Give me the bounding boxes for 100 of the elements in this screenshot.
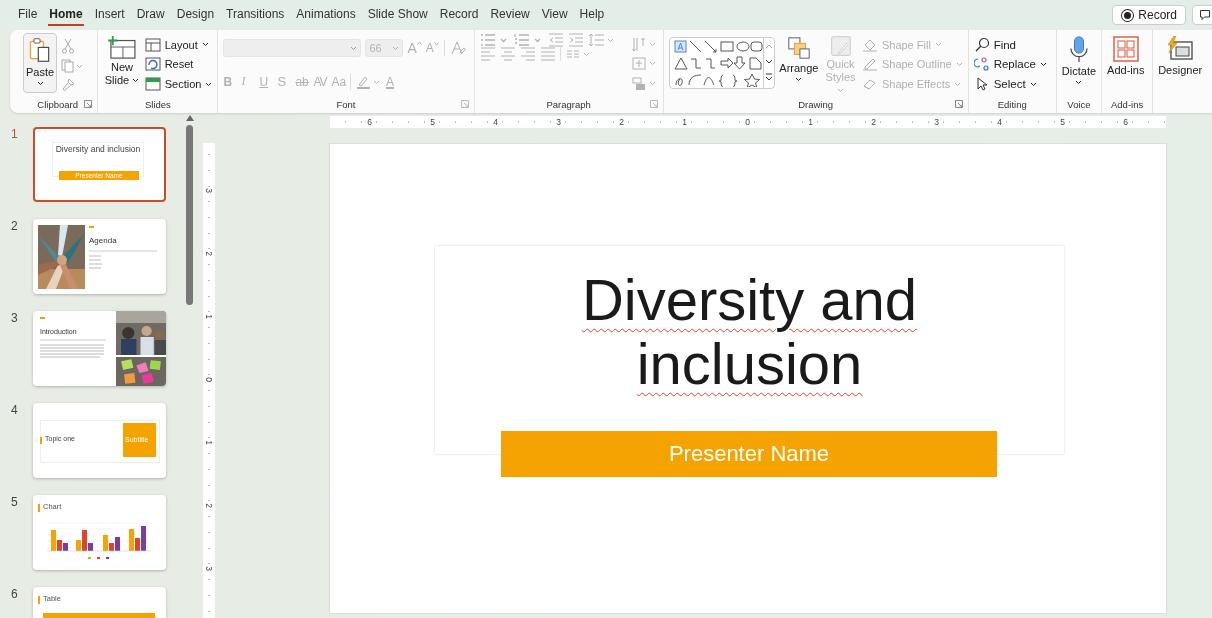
shapes-gallery[interactable] bbox=[668, 37, 775, 89]
group-label: Slides bbox=[144, 99, 171, 110]
record-button[interactable]: Record bbox=[1112, 5, 1186, 25]
shapes-icon bbox=[672, 39, 763, 87]
dialog-launcher-icon[interactable] bbox=[460, 100, 469, 108]
brush-icon bbox=[828, 36, 853, 57]
arrange-icon bbox=[786, 36, 811, 60]
ruler-number: 0 bbox=[203, 376, 215, 384]
caret-icon bbox=[1029, 81, 1037, 87]
menu-tab[interactable]: Slide Show bbox=[366, 4, 429, 26]
text-lines bbox=[89, 250, 157, 269]
menu-tab[interactable]: Design bbox=[175, 4, 216, 26]
menu-tab[interactable]: Insert bbox=[93, 4, 126, 26]
decrease-indent-icon[interactable] bbox=[547, 33, 564, 47]
slide-canvas[interactable]: Diversity and inclusion Presenter Name bbox=[329, 143, 1167, 614]
menu-tab[interactable]: View bbox=[540, 4, 569, 26]
designer-icon bbox=[1166, 36, 1195, 62]
align-left-icon[interactable] bbox=[479, 47, 496, 61]
layout-icon bbox=[144, 37, 161, 52]
caret-icon bbox=[205, 81, 213, 87]
caret-icon bbox=[36, 81, 44, 86]
align-text-icon[interactable] bbox=[631, 56, 658, 73]
ruler-number: 6 bbox=[1122, 116, 1129, 128]
caret-icon bbox=[795, 76, 803, 82]
add-ins-button[interactable]: Add-ins bbox=[1107, 33, 1145, 96]
copy-icon[interactable] bbox=[61, 58, 83, 73]
caret-icon bbox=[955, 62, 963, 67]
microphone-icon bbox=[1068, 36, 1089, 63]
ruler-number: 3 bbox=[203, 565, 215, 573]
ruler-number: 4 bbox=[996, 116, 1003, 128]
comment-icon bbox=[1199, 9, 1211, 21]
caret-icon bbox=[837, 87, 845, 93]
ruler-number: 1 bbox=[203, 439, 215, 447]
caret-icon bbox=[201, 42, 209, 48]
new-slide-button[interactable]: New Slide bbox=[103, 33, 141, 96]
slide-subtitle: Presenter Name bbox=[668, 441, 830, 467]
new-slide-icon bbox=[107, 35, 137, 59]
designer-button[interactable]: Designer bbox=[1158, 33, 1203, 96]
group-label: Font bbox=[336, 99, 356, 110]
menu-tab[interactable]: Draw bbox=[135, 4, 166, 26]
slide-number: 4 bbox=[10, 403, 19, 417]
clear-formatting-icon[interactable] bbox=[443, 40, 466, 57]
menu-tab[interactable]: Review bbox=[489, 4, 531, 26]
caret-icon bbox=[433, 42, 439, 47]
menu-tab[interactable]: Transitions bbox=[225, 4, 286, 26]
ruler-number: 2 bbox=[618, 116, 625, 128]
scroll-up-icon[interactable] bbox=[185, 115, 194, 121]
ruler-number: 3 bbox=[555, 116, 562, 128]
ruler-number: 3 bbox=[933, 116, 940, 128]
caret-up-icon bbox=[416, 41, 422, 46]
reset-icon bbox=[144, 57, 161, 72]
scrollbar-thumb[interactable] bbox=[186, 125, 193, 305]
caret-icon bbox=[350, 45, 358, 51]
thumbnail-title: Diversity and inclusion bbox=[55, 144, 141, 155]
slide-command-button[interactable]: Reset bbox=[144, 57, 194, 72]
text-direction-icon[interactable] bbox=[631, 36, 658, 53]
group-label: Paragraph bbox=[546, 99, 591, 110]
menu-tab[interactable]: Record bbox=[438, 4, 480, 26]
ruler-number: 5 bbox=[1059, 116, 1066, 128]
caret-icon bbox=[132, 78, 140, 84]
cut-icon[interactable] bbox=[61, 37, 75, 54]
slide-command-button[interactable]: Section bbox=[144, 77, 213, 92]
paste-button[interactable]: Paste bbox=[23, 33, 57, 93]
caret-icon bbox=[1039, 62, 1047, 67]
format-painter-icon[interactable] bbox=[61, 77, 75, 92]
editing-command-button[interactable]: Replace bbox=[973, 56, 1047, 73]
slide-command-button[interactable]: Layout bbox=[144, 37, 209, 52]
caret-icon bbox=[934, 42, 942, 48]
editing-command-button[interactable]: Select bbox=[973, 76, 1037, 93]
menu-tab[interactable]: Home bbox=[48, 4, 84, 26]
editing-command-button[interactable]: Find bbox=[973, 36, 1016, 53]
line-spacing-icon[interactable] bbox=[587, 33, 616, 47]
menu-tab[interactable]: Help bbox=[578, 4, 606, 26]
group-label: Add-ins bbox=[1111, 99, 1144, 110]
clipboard-icon bbox=[28, 37, 52, 63]
caret-icon bbox=[1075, 79, 1083, 85]
menu-tab[interactable]: File bbox=[17, 4, 39, 26]
ruler-number: 0 bbox=[744, 116, 751, 128]
dialog-launcher-icon[interactable] bbox=[649, 100, 658, 108]
slide-number: 5 bbox=[10, 495, 19, 509]
comments-button[interactable] bbox=[1192, 5, 1212, 25]
section-icon bbox=[144, 77, 161, 92]
align-right-icon[interactable] bbox=[519, 47, 536, 61]
align-center-icon[interactable] bbox=[499, 47, 516, 61]
menu-tab[interactable]: Animations bbox=[295, 4, 357, 26]
slide-number: 3 bbox=[10, 311, 19, 325]
ruler-number: 4 bbox=[492, 116, 499, 128]
smartart-icon[interactable] bbox=[631, 76, 658, 93]
ruler-number: 5 bbox=[429, 116, 436, 128]
dictate-button[interactable]: Dictate bbox=[1061, 33, 1097, 96]
justify-icon[interactable] bbox=[539, 47, 556, 61]
ruler-number: 1 bbox=[203, 313, 215, 321]
ruler-number: 3 bbox=[203, 187, 215, 195]
arrange-button[interactable]: Arrange bbox=[778, 33, 820, 96]
slide-title: Diversity and inclusion bbox=[580, 268, 919, 396]
ruler-number: 1 bbox=[807, 116, 814, 128]
slide-thumbnail[interactable]: Agenda bbox=[33, 219, 166, 294]
increase-indent-icon[interactable] bbox=[567, 33, 584, 47]
dialog-launcher-icon[interactable] bbox=[84, 100, 93, 108]
dialog-launcher-icon[interactable] bbox=[954, 100, 963, 108]
